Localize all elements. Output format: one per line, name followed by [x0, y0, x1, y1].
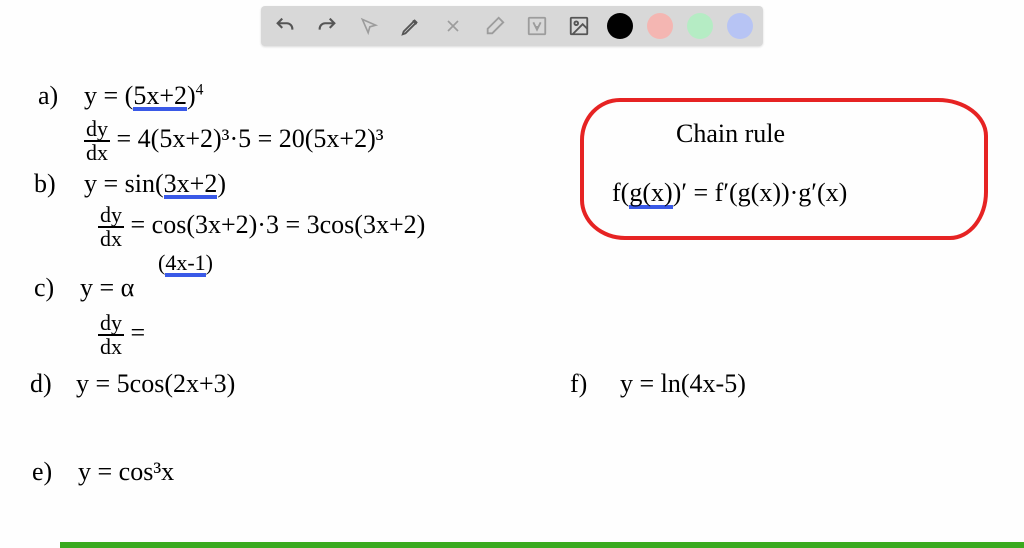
undo-icon[interactable]	[271, 12, 299, 40]
problem-c-deriv: dydx =	[98, 312, 145, 358]
problem-a-deriv: dydx = 4(5x+2)³·5 = 20(5x+2)³	[84, 118, 384, 164]
problem-e-label: e)	[32, 456, 52, 487]
problem-c-label: c)	[34, 272, 54, 303]
problem-f-eq: y = ln(4x-5)	[620, 368, 746, 399]
text-icon[interactable]	[523, 12, 551, 40]
redo-icon[interactable]	[313, 12, 341, 40]
pointer-icon[interactable]	[355, 12, 383, 40]
color-pink[interactable]	[647, 13, 673, 39]
problem-a-label: a)	[38, 80, 58, 111]
color-green[interactable]	[687, 13, 713, 39]
problem-c-eq: y = α	[80, 272, 134, 303]
whiteboard-canvas[interactable]: a) y = (5x+2)4 dydx = 4(5x+2)³·5 = 20(5x…	[0, 56, 1024, 548]
eraser-icon[interactable]	[481, 12, 509, 40]
progress-bar	[60, 542, 1024, 548]
problem-b-label: b)	[34, 168, 56, 199]
pen-icon[interactable]	[397, 12, 425, 40]
chain-rule-formula: f(g(x))′ = f′(g(x))·g′(x)	[612, 177, 968, 208]
problem-d-label: d)	[30, 368, 52, 399]
chain-rule-box: Chain rule f(g(x))′ = f′(g(x))·g′(x)	[580, 98, 988, 240]
problem-e-eq: y = cos³x	[78, 456, 174, 487]
chain-rule-title: Chain rule	[676, 118, 1024, 149]
color-black[interactable]	[607, 13, 633, 39]
toolbar	[261, 6, 763, 46]
color-blue[interactable]	[727, 13, 753, 39]
problem-b-deriv: dydx = cos(3x+2)·3 = 3cos(3x+2)	[98, 204, 425, 250]
problem-b-eq: y = sin(3x+2)	[84, 168, 226, 199]
problem-c-exp: (4x-1)	[158, 250, 213, 277]
tools-icon[interactable]	[439, 12, 467, 40]
problem-f-label: f)	[570, 368, 587, 399]
image-icon[interactable]	[565, 12, 593, 40]
problem-a-eq: y = (5x+2)4	[84, 80, 203, 111]
problem-d-eq: y = 5cos(2x+3)	[76, 368, 235, 399]
